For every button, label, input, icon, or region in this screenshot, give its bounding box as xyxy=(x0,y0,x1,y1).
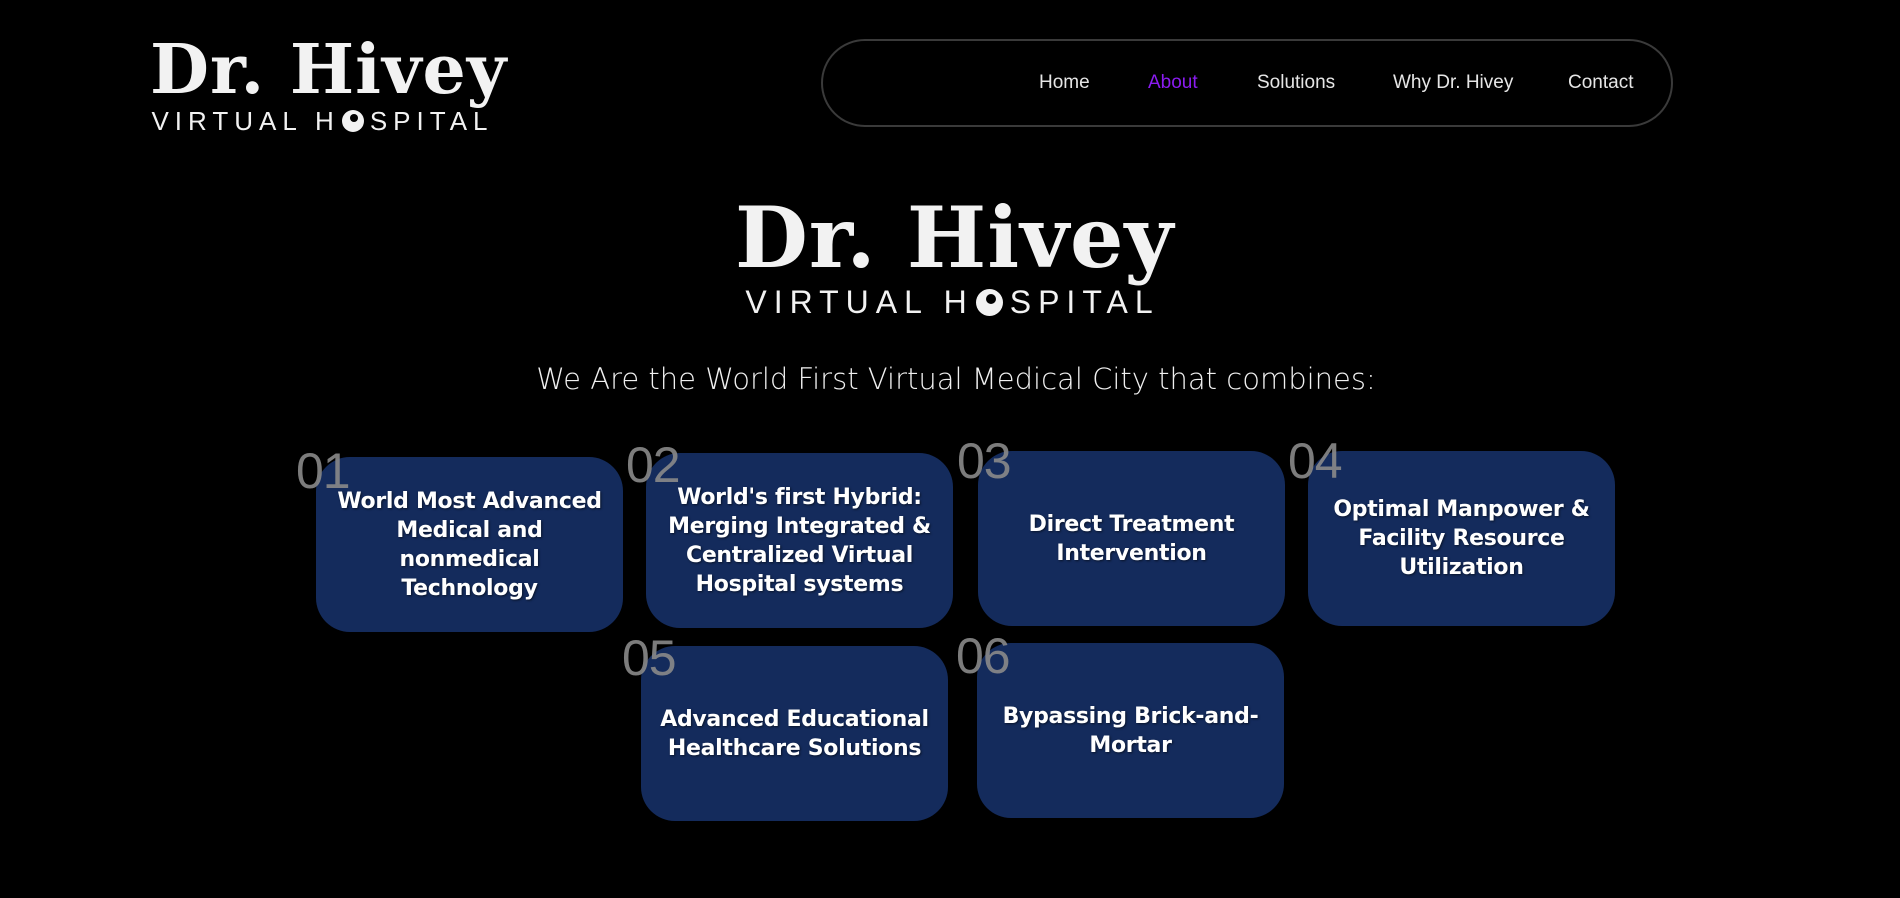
logo-subtitle: VIRTUAL H SPITAL xyxy=(150,108,495,134)
nav-why-dr-hivey[interactable]: Why Dr. Hivey xyxy=(1393,72,1513,94)
header-logo[interactable]: Dr. Hivey VIRTUAL H SPITAL xyxy=(150,30,508,134)
feature-card-text: Optimal Manpower & Facility Resource Uti… xyxy=(1333,497,1590,580)
feature-number-02: 02 xyxy=(626,437,681,493)
hero-logo-subtitle: VIRTUAL H SPITAL xyxy=(735,286,1170,318)
feature-card-03: Direct Treatment Intervention xyxy=(978,451,1285,626)
feature-card-text: World's first Hybrid: Merging Integrated… xyxy=(668,484,931,597)
nav-solutions[interactable]: Solutions xyxy=(1257,72,1335,94)
feature-card-05: Advanced Educational Healthcare Solution… xyxy=(641,646,948,821)
feature-card-text: Advanced Educational Healthcare Solution… xyxy=(660,706,929,761)
feature-number-01: 01 xyxy=(296,443,351,499)
logo-subtitle-part2: SPITAL xyxy=(369,106,494,136)
main-nav: Home About Solutions Why Dr. Hivey Conta… xyxy=(821,39,1673,127)
hero-logo-ring-icon xyxy=(975,288,1003,316)
nav-contact[interactable]: Contact xyxy=(1568,72,1633,94)
feature-number-03: 03 xyxy=(957,433,1012,489)
nav-home[interactable]: Home xyxy=(1039,72,1090,94)
hero-logo-subtitle-part2: SPITAL xyxy=(1009,284,1160,320)
feature-number-06: 06 xyxy=(956,628,1011,684)
hero-headline: We Are the World First Virtual Medical C… xyxy=(536,362,1376,396)
hero-logo-title: Dr. Hivey xyxy=(735,188,1175,287)
feature-card-text: Bypassing Brick-and-Mortar xyxy=(1002,703,1259,758)
nav-about[interactable]: About xyxy=(1148,72,1198,94)
feature-card-01: World Most Advanced Medical and nonmedic… xyxy=(316,457,623,632)
feature-card-06: Bypassing Brick-and-Mortar xyxy=(977,643,1284,818)
feature-number-04: 04 xyxy=(1288,433,1343,489)
feature-card-text: World Most Advanced Medical and nonmedic… xyxy=(337,488,602,601)
logo-ring-icon xyxy=(341,110,364,132)
logo-subtitle-part1: VIRTUAL H xyxy=(151,106,340,136)
feature-card-text: Direct Treatment Intervention xyxy=(1028,511,1235,566)
logo-title: Dr. Hivey xyxy=(150,30,508,110)
feature-card-04: Optimal Manpower & Facility Resource Uti… xyxy=(1308,451,1615,626)
feature-card-02: World's first Hybrid: Merging Integrated… xyxy=(646,453,953,628)
hero-logo: Dr. Hivey VIRTUAL H SPITAL xyxy=(735,188,1175,319)
hero-logo-subtitle-part1: VIRTUAL H xyxy=(745,284,974,320)
feature-number-05: 05 xyxy=(622,630,677,686)
